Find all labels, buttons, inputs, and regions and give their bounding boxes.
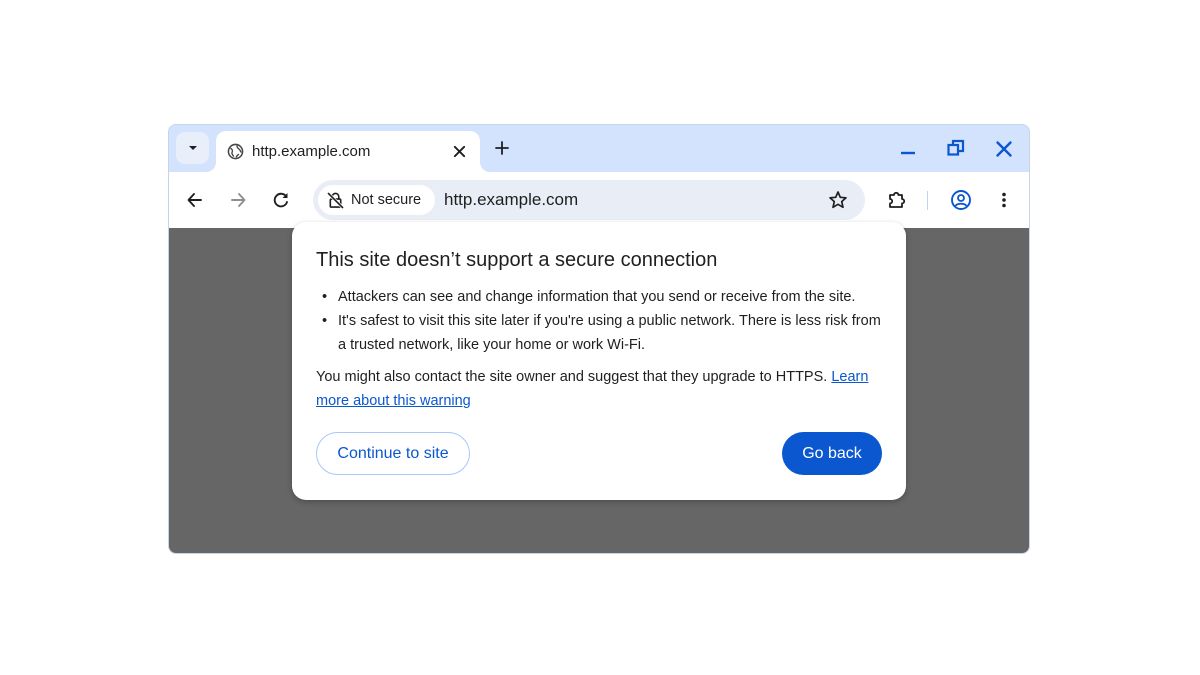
warning-bullets: Attackers can see and change information… (322, 285, 882, 357)
reload-icon[interactable] (271, 190, 291, 210)
toolbar: Not secure http.example.com (169, 172, 1029, 228)
star-icon[interactable] (828, 190, 848, 210)
chevron-down-icon (188, 146, 197, 150)
plus-icon[interactable] (494, 140, 510, 156)
go-back-button[interactable]: Go back (782, 432, 882, 475)
security-chip[interactable]: Not secure (318, 185, 435, 215)
back-arrow-icon[interactable] (185, 190, 205, 210)
bullet-item: It's safest to visit this site later if … (322, 309, 882, 357)
omnibox[interactable]: Not secure http.example.com (313, 180, 865, 220)
close-icon[interactable] (995, 140, 1013, 158)
continue-to-site-button[interactable]: Continue to site (316, 432, 470, 475)
toolbar-divider (927, 191, 928, 210)
dialog-title: This site doesn’t support a secure conne… (316, 249, 718, 271)
close-icon[interactable] (452, 144, 467, 159)
profile-icon[interactable] (950, 189, 972, 211)
not-secure-label: Not secure (351, 192, 422, 208)
tab-title: http.example.com (252, 143, 371, 160)
forward-arrow-icon[interactable] (228, 190, 248, 210)
bullet-item: Attackers can see and change information… (322, 285, 882, 309)
dialog-paragraph: You might also contact the site owner an… (316, 365, 886, 413)
restore-icon[interactable] (947, 139, 965, 157)
url-text[interactable]: http.example.com (444, 190, 578, 210)
security-warning-dialog: This site doesn’t support a secure conne… (292, 222, 906, 500)
more-vert-icon[interactable] (994, 190, 1014, 210)
tab-search-button[interactable] (176, 132, 209, 164)
paragraph-text: You might also contact the site owner an… (316, 369, 828, 385)
tab-strip: http.example.com (169, 125, 1029, 172)
minimize-icon[interactable] (899, 141, 917, 159)
extensions-icon[interactable] (886, 189, 908, 211)
globe-icon (227, 143, 244, 160)
active-tab[interactable]: http.example.com (216, 131, 480, 172)
insecure-lock-icon (327, 192, 344, 209)
